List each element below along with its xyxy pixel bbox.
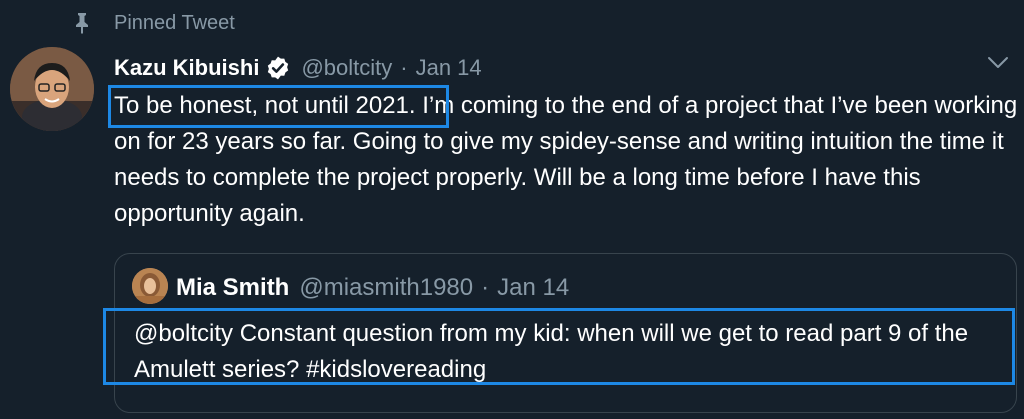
author-handle[interactable]: @boltcity bbox=[301, 55, 392, 81]
tweet-text: To be honest, not until 2021. I’m coming… bbox=[114, 88, 1019, 232]
tweet-header: Kazu Kibuishi @boltcity · Jan 14 bbox=[114, 52, 482, 84]
quoted-tweet-header: Mia Smith @miasmith1980 · Jan 14 bbox=[176, 272, 569, 304]
tweet-text-highlighted: To be honest, not until 2021. bbox=[114, 92, 416, 119]
pinned-label: Pinned Tweet bbox=[114, 12, 235, 34]
tweet-date[interactable]: Jan 14 bbox=[416, 55, 482, 81]
quoted-tweet-text: @boltcity Constant question from my kid:… bbox=[134, 320, 969, 383]
avatar[interactable] bbox=[10, 47, 94, 131]
author-name[interactable]: Kazu Kibuishi bbox=[114, 55, 259, 81]
quoted-author-handle[interactable]: @miasmith1980 bbox=[299, 274, 473, 302]
verified-badge-icon bbox=[268, 56, 289, 80]
quoted-avatar[interactable] bbox=[132, 268, 168, 304]
separator-dot: · bbox=[400, 55, 408, 80]
quoted-author-name[interactable]: Mia Smith bbox=[176, 274, 289, 302]
quoted-avatar-image bbox=[132, 268, 168, 304]
quoted-separator-dot: · bbox=[481, 274, 490, 301]
quoted-tweet-date[interactable]: Jan 14 bbox=[497, 274, 569, 302]
chevron-down-icon[interactable] bbox=[986, 55, 1010, 71]
avatar-image bbox=[10, 47, 94, 131]
pin-icon bbox=[76, 13, 88, 34]
